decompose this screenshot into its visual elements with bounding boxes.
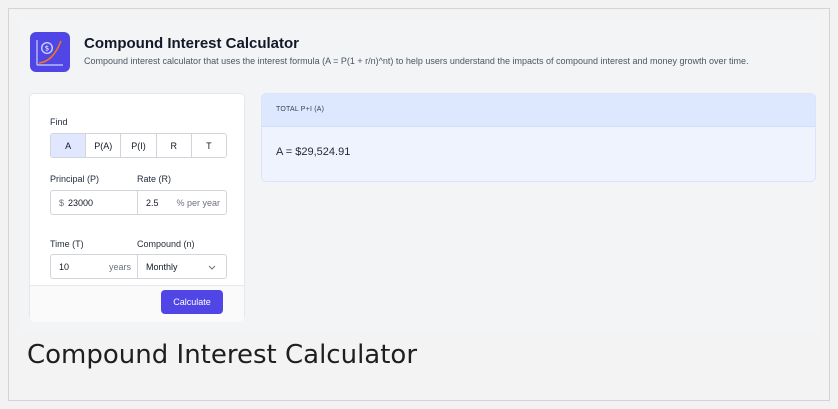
page-caption: Compound Interest Calculator <box>27 340 418 370</box>
rate-input[interactable] <box>138 197 168 208</box>
result-heading: TOTAL P+I (A) <box>262 94 815 127</box>
result-panel: TOTAL P+I (A) A = $29,524.91 <box>261 93 816 182</box>
time-suffix: years <box>108 261 131 272</box>
time-label: Time (T) <box>50 239 84 249</box>
principal-label: Principal (P) <box>50 174 100 184</box>
find-option-r[interactable]: R <box>156 134 192 157</box>
find-option-pa[interactable]: P(A) <box>86 134 122 157</box>
compound-select[interactable]: Monthly <box>137 254 227 279</box>
compound-label: Compound (n) <box>137 239 195 249</box>
calculate-button[interactable]: Calculate <box>161 290 223 314</box>
svg-text:$: $ <box>45 45 49 53</box>
find-option-t[interactable]: T <box>191 134 226 157</box>
time-input[interactable] <box>51 261 89 272</box>
chevron-down-icon <box>208 262 226 272</box>
find-label: Find <box>50 117 68 127</box>
page-subtitle: Compound interest calculator that uses t… <box>84 56 749 66</box>
input-card: Find A P(A) P(I) R T Principal (P) Rate … <box>29 93 245 322</box>
find-option-pi[interactable]: P(I) <box>121 134 157 157</box>
rate-label: Rate (R) <box>137 174 172 184</box>
principal-input[interactable] <box>68 197 109 208</box>
rate-suffix: % per year <box>176 197 220 208</box>
result-value: A = $29,524.91 <box>276 146 351 158</box>
time-field: years <box>50 254 138 279</box>
calculator-app: $ Compound Interest Calculator Compound … <box>18 18 820 334</box>
compound-selected-value: Monthly <box>146 261 178 272</box>
find-option-a[interactable]: A <box>51 134 87 157</box>
money-growth-icon: $ <box>30 32 70 72</box>
principal-field: $ <box>50 190 138 215</box>
find-selector: A P(A) P(I) R T <box>50 133 227 158</box>
header: $ Compound Interest Calculator Compound … <box>30 32 808 72</box>
currency-prefix: $ <box>59 197 65 208</box>
page-title: Compound Interest Calculator <box>84 35 300 52</box>
rate-field: % per year <box>137 190 227 215</box>
